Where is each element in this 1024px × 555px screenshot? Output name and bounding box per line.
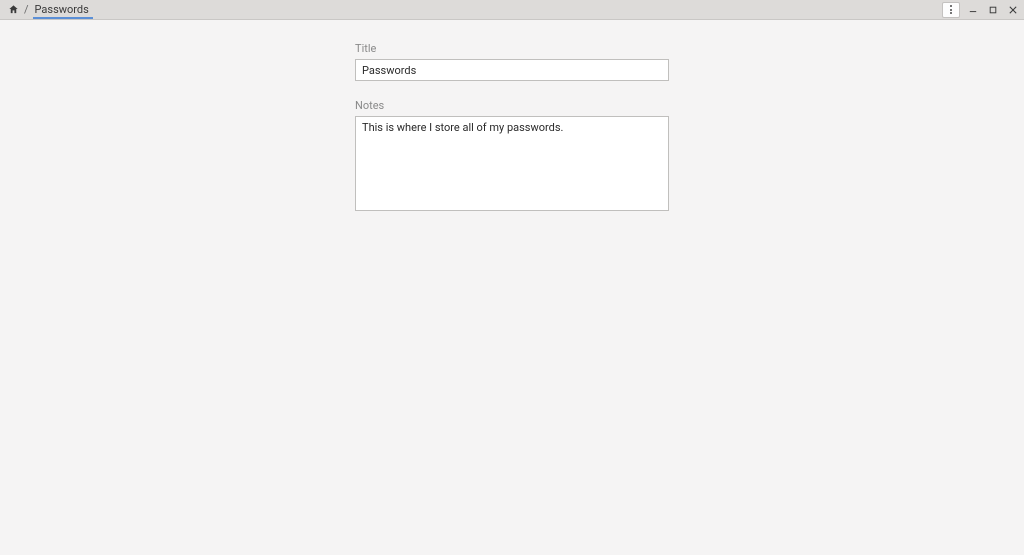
- home-icon[interactable]: [6, 3, 20, 17]
- notes-label: Notes: [355, 99, 669, 112]
- breadcrumb-separator: /: [24, 3, 29, 16]
- edit-form: Title Notes: [355, 42, 669, 214]
- kebab-icon: [950, 5, 952, 14]
- breadcrumb-current[interactable]: Passwords: [33, 0, 93, 19]
- close-button[interactable]: [1006, 3, 1020, 17]
- menu-button[interactable]: [942, 2, 960, 18]
- main-content: Title Notes: [0, 20, 1024, 214]
- notes-textarea[interactable]: [355, 116, 669, 211]
- titlebar: / Passwords: [0, 0, 1024, 20]
- window-controls: [942, 2, 1020, 18]
- minimize-button[interactable]: [966, 3, 980, 17]
- breadcrumb: / Passwords: [6, 0, 93, 19]
- maximize-button[interactable]: [986, 3, 1000, 17]
- title-input[interactable]: [355, 59, 669, 81]
- title-label: Title: [355, 42, 669, 55]
